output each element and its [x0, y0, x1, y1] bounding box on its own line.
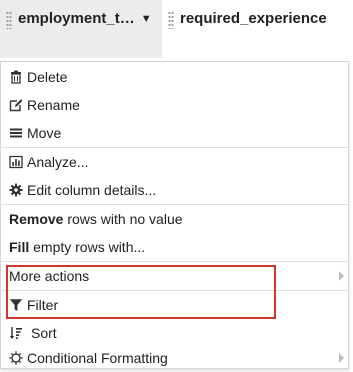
menu-item-label: Conditional Formatting — [27, 350, 168, 366]
menu-item-remove-empty-rows[interactable]: Remove rows with no value — [1, 205, 348, 233]
menu-item-sort[interactable]: Sort — [1, 319, 348, 347]
menu-item-rename[interactable]: Rename — [1, 91, 348, 119]
menu-item-label-bold: Remove — [9, 211, 64, 227]
menu-item-more-actions[interactable]: More actions — [1, 262, 348, 290]
menu-item-analyze[interactable]: Analyze... — [1, 148, 348, 176]
menu-item-filter[interactable]: Filter — [1, 291, 348, 319]
bars-icon — [9, 126, 23, 140]
column-header-employment-type[interactable]: employment_t… ▼ — [0, 0, 162, 58]
menu-item-label: Sort — [31, 325, 57, 341]
drag-handle-icon[interactable] — [168, 11, 174, 29]
menu-item-label-rest: rows with no value — [63, 211, 183, 227]
drag-handle-icon[interactable] — [6, 11, 12, 29]
gear-icon — [9, 183, 23, 197]
menu-item-conditional-formatting[interactable]: Conditional Formatting — [1, 344, 348, 372]
edit-icon — [9, 98, 23, 112]
trash-icon — [9, 70, 23, 84]
menu-item-label: Move — [27, 125, 62, 141]
filter-icon — [9, 298, 23, 312]
column-header-required-experience[interactable]: required_experience — [162, 0, 353, 58]
menu-item-label: Edit column details... — [27, 182, 157, 198]
menu-item-move[interactable]: Move — [1, 119, 348, 147]
chevron-right-icon — [339, 271, 344, 281]
menu-item-edit-column-details[interactable]: Edit column details... — [1, 176, 348, 204]
column-name: employment_t… — [18, 10, 135, 27]
column-name: required_experience — [180, 10, 327, 27]
menu-item-label: Remove rows with no value — [9, 211, 183, 227]
sort-icon — [9, 326, 23, 340]
menu-item-label: Fill empty rows with... — [9, 239, 145, 255]
column-header-bar: employment_t… ▼ required_experience — [0, 0, 353, 58]
column-context-menu: Delete Rename Move Analyze... Edit colum… — [0, 61, 349, 369]
menu-item-label: Delete — [27, 69, 68, 85]
menu-item-label: Rename — [27, 97, 80, 113]
sun-icon — [9, 351, 23, 365]
menu-item-label-rest: empty rows with... — [29, 239, 146, 255]
caret-down-icon[interactable]: ▼ — [141, 12, 152, 26]
menu-item-label: More actions — [9, 268, 90, 284]
menu-item-delete[interactable]: Delete — [1, 63, 348, 91]
menu-item-label-bold: Fill — [9, 239, 30, 255]
bar-chart-icon — [9, 155, 23, 169]
menu-item-label: Analyze... — [27, 154, 89, 170]
menu-item-fill-empty-rows[interactable]: Fill empty rows with... — [1, 233, 348, 261]
menu-item-label: Filter — [27, 297, 59, 313]
chevron-right-icon — [339, 353, 344, 363]
